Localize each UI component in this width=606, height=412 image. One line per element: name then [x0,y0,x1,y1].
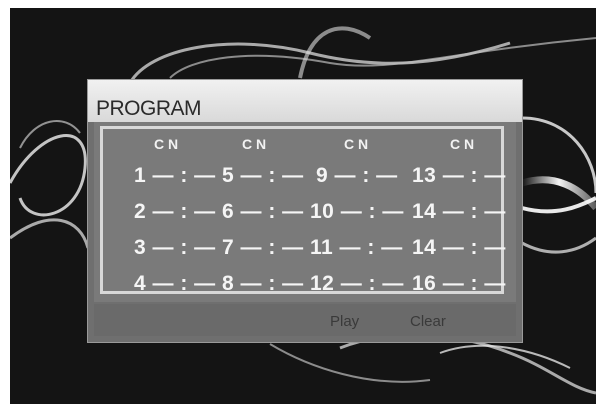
program-entry-11[interactable]: 11 — : — [310,236,403,260]
column-header: C N [450,136,475,152]
program-entry-8[interactable]: 8 — : — [222,272,304,296]
program-entry-1[interactable]: 1 — : — [134,164,216,188]
program-entry-16[interactable]: 16 — : — [412,272,506,296]
program-entry-12[interactable]: 12 — : — [310,272,404,296]
column-header: C N [242,136,267,152]
program-entry-5[interactable]: 5 — : — [222,164,304,188]
dialog-title: PROGRAM [96,97,202,120]
dialog-footer: Play Clear [94,304,516,336]
program-entry-7[interactable]: 7 — : — [222,236,304,260]
play-button[interactable]: Play [330,313,359,330]
program-entry-3[interactable]: 3 — : — [134,236,216,260]
program-entry-2[interactable]: 2 — : — [134,200,216,224]
tv-screen: PROGRAM C N C N C N C N 1 — : — 2 — : — … [10,8,596,404]
dialog-header: PROGRAM [88,80,522,122]
program-grid: C N C N C N C N 1 — : — 2 — : — 3 — : — … [94,122,516,302]
clear-button[interactable]: Clear [410,313,446,330]
column-header: C N [154,136,179,152]
program-entry-6[interactable]: 6 — : — [222,200,304,224]
program-dialog: PROGRAM C N C N C N C N 1 — : — 2 — : — … [88,80,522,342]
program-entry-4[interactable]: 4 — : — [134,272,216,296]
column-header: C N [344,136,369,152]
program-entry-10[interactable]: 10 — : — [310,200,404,224]
program-entry-9[interactable]: 9 — : — [316,164,398,188]
program-entry-13[interactable]: 13 — : — [412,164,506,188]
program-entry-15[interactable]: 14 — : — [412,236,506,260]
program-entry-14[interactable]: 14 — : — [412,200,506,224]
